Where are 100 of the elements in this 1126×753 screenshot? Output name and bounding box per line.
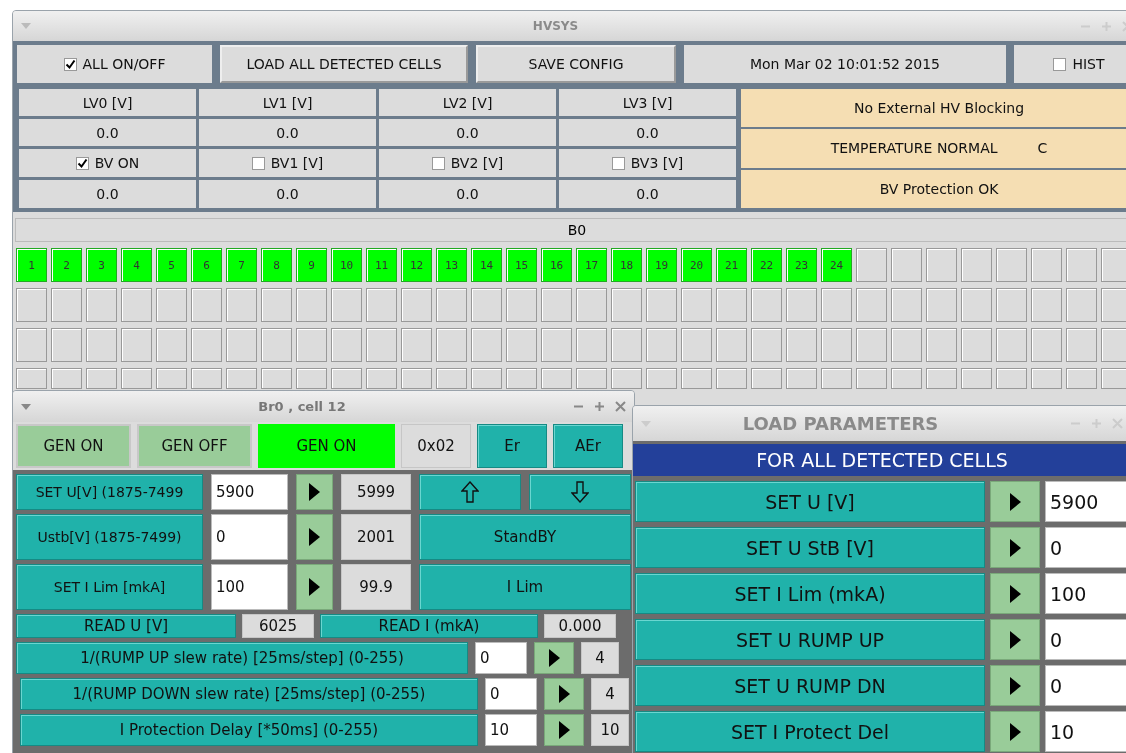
hv-cell[interactable]: 22 (751, 248, 782, 282)
hv-cell[interactable]: 5 (156, 248, 187, 282)
hv-cell[interactable] (51, 328, 82, 362)
hv-cell[interactable] (86, 288, 117, 322)
hv-cell[interactable] (156, 288, 187, 322)
hv-cell[interactable] (926, 288, 957, 322)
hv-cell[interactable] (436, 328, 467, 362)
hv-cell[interactable] (1031, 328, 1062, 362)
step-down-button[interactable] (529, 474, 631, 510)
error-button[interactable]: Er (477, 424, 547, 468)
hv-cell[interactable] (506, 288, 537, 322)
hv-cell[interactable] (891, 368, 922, 389)
hv-cell[interactable] (856, 368, 887, 389)
hv-cell[interactable] (996, 288, 1027, 322)
hv-cell[interactable] (366, 368, 397, 389)
menu-caret-icon[interactable] (21, 23, 31, 29)
hv-cell[interactable] (331, 288, 362, 322)
hv-cell[interactable] (261, 368, 292, 389)
step-up-button[interactable] (419, 474, 521, 510)
hv-cell[interactable] (856, 288, 887, 322)
hv-cell[interactable] (646, 368, 677, 389)
hv-cell[interactable] (1066, 368, 1097, 389)
hv-cell[interactable] (121, 368, 152, 389)
gen-button[interactable]: GEN OFF (137, 424, 252, 468)
value-field[interactable]: 0 (1045, 527, 1126, 568)
hv-cell[interactable] (226, 368, 257, 389)
hv-cell[interactable] (891, 288, 922, 322)
hv-cell[interactable] (226, 288, 257, 322)
hv-cell[interactable]: 7 (226, 248, 257, 282)
hv-cell[interactable] (751, 288, 782, 322)
value-field[interactable]: 0 (485, 678, 537, 710)
checkbox[interactable] (611, 156, 625, 170)
apply-button[interactable] (990, 481, 1040, 522)
hv-cell[interactable] (926, 328, 957, 362)
hv-cell[interactable] (401, 328, 432, 362)
bv-toggle[interactable]: BV ON (19, 149, 196, 177)
hv-cell[interactable] (541, 328, 572, 362)
hv-cell[interactable] (436, 288, 467, 322)
hv-cell[interactable] (16, 328, 47, 362)
hv-cell[interactable] (891, 328, 922, 362)
value-field[interactable]: 100 (211, 564, 288, 610)
value-field[interactable]: 0 (211, 514, 288, 560)
hv-cell[interactable] (296, 288, 327, 322)
hv-cell[interactable] (821, 368, 852, 389)
value-field[interactable]: 0 (1045, 665, 1126, 706)
hv-cell[interactable] (646, 328, 677, 362)
hv-cell[interactable] (506, 368, 537, 389)
hv-cell[interactable]: 13 (436, 248, 467, 282)
bv-toggle[interactable]: BV1 [V] (199, 149, 376, 177)
hv-cell[interactable] (1066, 288, 1097, 322)
hv-cell[interactable] (611, 328, 642, 362)
hv-cell[interactable] (996, 368, 1027, 389)
hv-cell[interactable]: 20 (681, 248, 712, 282)
hv-cell[interactable] (121, 288, 152, 322)
save-config-button[interactable]: SAVE CONFIG (476, 45, 676, 83)
hv-cell[interactable] (471, 288, 502, 322)
apply-button[interactable] (534, 642, 574, 674)
hv-cell[interactable] (16, 288, 47, 322)
hv-cell[interactable] (716, 368, 747, 389)
hv-cell[interactable] (191, 368, 222, 389)
mode-button[interactable]: I Lim (419, 564, 631, 610)
hv-cell[interactable] (681, 368, 712, 389)
hv-cell[interactable] (821, 288, 852, 322)
hv-cell[interactable] (1101, 328, 1126, 362)
hv-cell[interactable] (1066, 248, 1097, 282)
hv-cell[interactable] (996, 328, 1027, 362)
hv-cell[interactable]: 4 (121, 248, 152, 282)
hv-cell[interactable] (331, 368, 362, 389)
hv-cell[interactable] (1101, 248, 1126, 282)
hv-cell[interactable] (716, 328, 747, 362)
hv-cell[interactable] (681, 328, 712, 362)
hv-cell[interactable] (611, 288, 642, 322)
hv-cell[interactable]: 1 (16, 248, 47, 282)
hv-cell[interactable]: 21 (716, 248, 747, 282)
hv-cell[interactable] (961, 248, 992, 282)
hv-cell[interactable]: 10 (331, 248, 362, 282)
hv-cell[interactable] (646, 288, 677, 322)
hv-cell[interactable] (191, 288, 222, 322)
hv-cell[interactable] (856, 328, 887, 362)
checkbox[interactable] (75, 156, 89, 170)
hv-cell[interactable] (961, 288, 992, 322)
hv-cell[interactable]: 6 (191, 248, 222, 282)
apply-button[interactable] (296, 564, 333, 610)
hv-cell[interactable] (1031, 248, 1062, 282)
hv-cell[interactable] (471, 328, 502, 362)
apply-button[interactable] (990, 527, 1040, 568)
value-field[interactable]: 5900 (211, 474, 288, 510)
value-field[interactable]: 10 (1045, 711, 1126, 752)
hv-cell[interactable] (296, 368, 327, 389)
hv-cell[interactable] (296, 328, 327, 362)
apply-button[interactable] (296, 514, 333, 560)
hv-cell[interactable] (51, 288, 82, 322)
hv-cell[interactable] (86, 328, 117, 362)
hv-cell[interactable] (1066, 328, 1097, 362)
hv-cell[interactable] (401, 368, 432, 389)
hv-cell[interactable]: 3 (86, 248, 117, 282)
hv-cell[interactable] (86, 368, 117, 389)
hv-cell[interactable]: 24 (821, 248, 852, 282)
value-field[interactable]: 100 (1045, 573, 1126, 614)
checkbox[interactable] (63, 57, 77, 71)
